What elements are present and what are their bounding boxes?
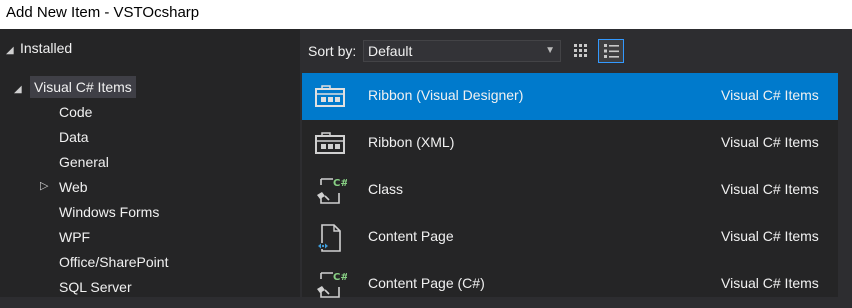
tree-node-office-sharepoint[interactable]: Office/SharePoint <box>59 251 168 273</box>
tree-node-windows-forms[interactable]: Windows Forms <box>59 201 159 223</box>
list-item-category: Visual C# Items <box>721 181 819 197</box>
csharp-class-icon: C# <box>317 178 347 204</box>
list-item-class[interactable]: C# Class Visual C# Items <box>302 167 838 214</box>
list-item-name: Class <box>368 181 404 197</box>
tree-node-installed-label: Installed <box>20 40 73 56</box>
csharp-class-icon: C# <box>317 272 347 298</box>
tree-node-visual-csharp-items[interactable]: ◢ Visual C# Items <box>14 76 136 98</box>
tree-node-installed[interactable]: ◢ Installed <box>6 37 72 59</box>
tree-node-sql-server[interactable]: SQL Server <box>59 276 132 298</box>
small-icons-view-button[interactable] <box>568 39 594 63</box>
content-page-icon <box>317 224 341 252</box>
ribbon-icon <box>315 132 345 154</box>
details-view-button[interactable] <box>598 39 624 63</box>
list-item-category: Visual C# Items <box>721 275 819 291</box>
sort-by-value: Default <box>368 43 413 59</box>
list-view-icon <box>604 44 619 58</box>
list-scrollbar[interactable] <box>838 73 852 297</box>
list-toolbar: Sort by: Default ▼ <box>300 29 852 73</box>
window-title: Add New Item - VSTOcsharp <box>0 0 852 29</box>
collapse-triangle-icon[interactable]: ◢ <box>6 40 20 62</box>
tree-node-general[interactable]: General <box>59 151 109 173</box>
list-item-category: Visual C# Items <box>721 134 819 150</box>
list-item-category: Visual C# Items <box>721 228 819 244</box>
template-list: Ribbon (Visual Designer) Visual C# Items… <box>302 73 838 298</box>
list-item-name: Content Page <box>368 228 454 244</box>
ribbon-icon <box>315 85 345 107</box>
list-item-category: Visual C# Items <box>721 87 819 103</box>
list-item-name: Ribbon (Visual Designer) <box>368 87 524 103</box>
tree-node-code[interactable]: Code <box>59 101 92 123</box>
expand-triangle-icon[interactable]: ▷ <box>40 179 48 192</box>
tree-node-wpf[interactable]: WPF <box>59 226 90 248</box>
svg-text:C#: C# <box>333 272 347 283</box>
sort-by-dropdown[interactable]: Default ▼ <box>363 40 561 62</box>
sort-by-label: Sort by: <box>308 43 357 59</box>
list-item-name: Content Page (C#) <box>368 275 485 291</box>
list-item-content-page-csharp[interactable]: C# Content Page (C#) Visual C# Items <box>302 261 838 308</box>
collapse-triangle-icon[interactable]: ◢ <box>14 79 28 101</box>
svg-text:C#: C# <box>333 178 347 189</box>
template-tree: ◢ Installed ◢ Visual C# Items Code Data Ge… <box>0 29 300 297</box>
tree-node-visual-csharp-items-label: Visual C# Items <box>30 76 136 98</box>
grid-view-icon <box>574 44 587 57</box>
list-item-content-page[interactable]: Content Page Visual C# Items <box>302 214 838 261</box>
tree-node-data[interactable]: Data <box>59 126 89 148</box>
dropdown-caret-icon: ▼ <box>545 45 555 56</box>
list-item-ribbon-visual-designer[interactable]: Ribbon (Visual Designer) Visual C# Items <box>302 73 838 120</box>
list-item-ribbon-xml[interactable]: Ribbon (XML) Visual C# Items <box>302 120 838 167</box>
tree-node-web[interactable]: Web <box>59 176 88 198</box>
list-item-name: Ribbon (XML) <box>368 134 455 150</box>
